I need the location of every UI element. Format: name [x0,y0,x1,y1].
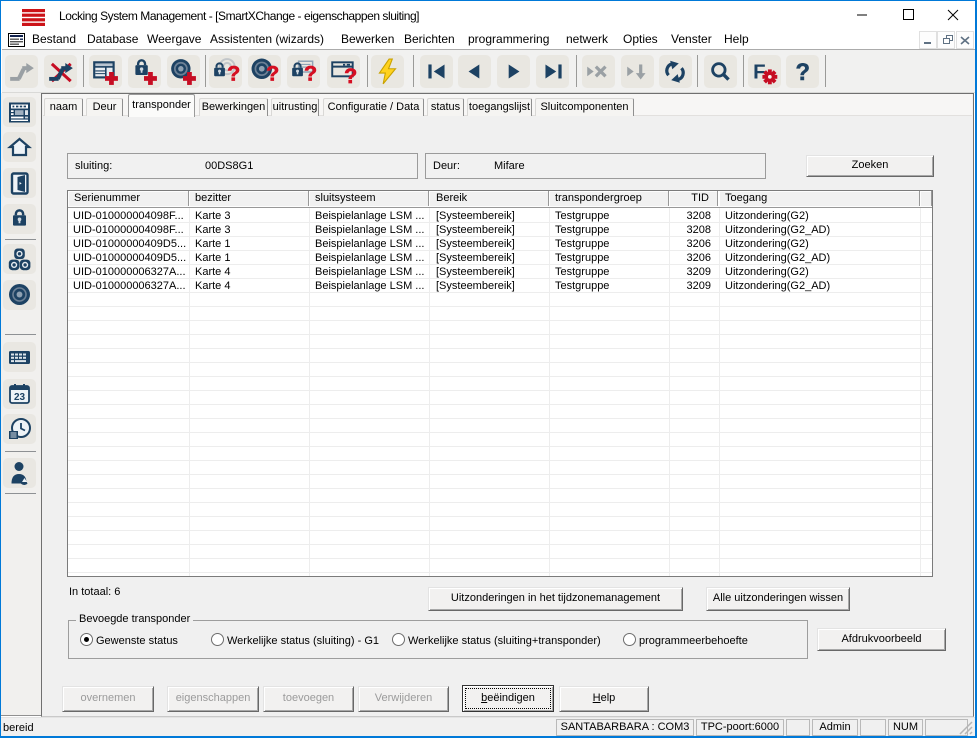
svg-text:?: ? [795,60,809,86]
svg-text:?: ? [227,61,240,85]
svg-text:F: F [753,60,766,83]
svg-text:?: ? [266,61,279,85]
svg-text:?: ? [304,61,317,85]
svg-text:?: ? [344,63,357,85]
svg-text:23: 23 [14,392,26,403]
